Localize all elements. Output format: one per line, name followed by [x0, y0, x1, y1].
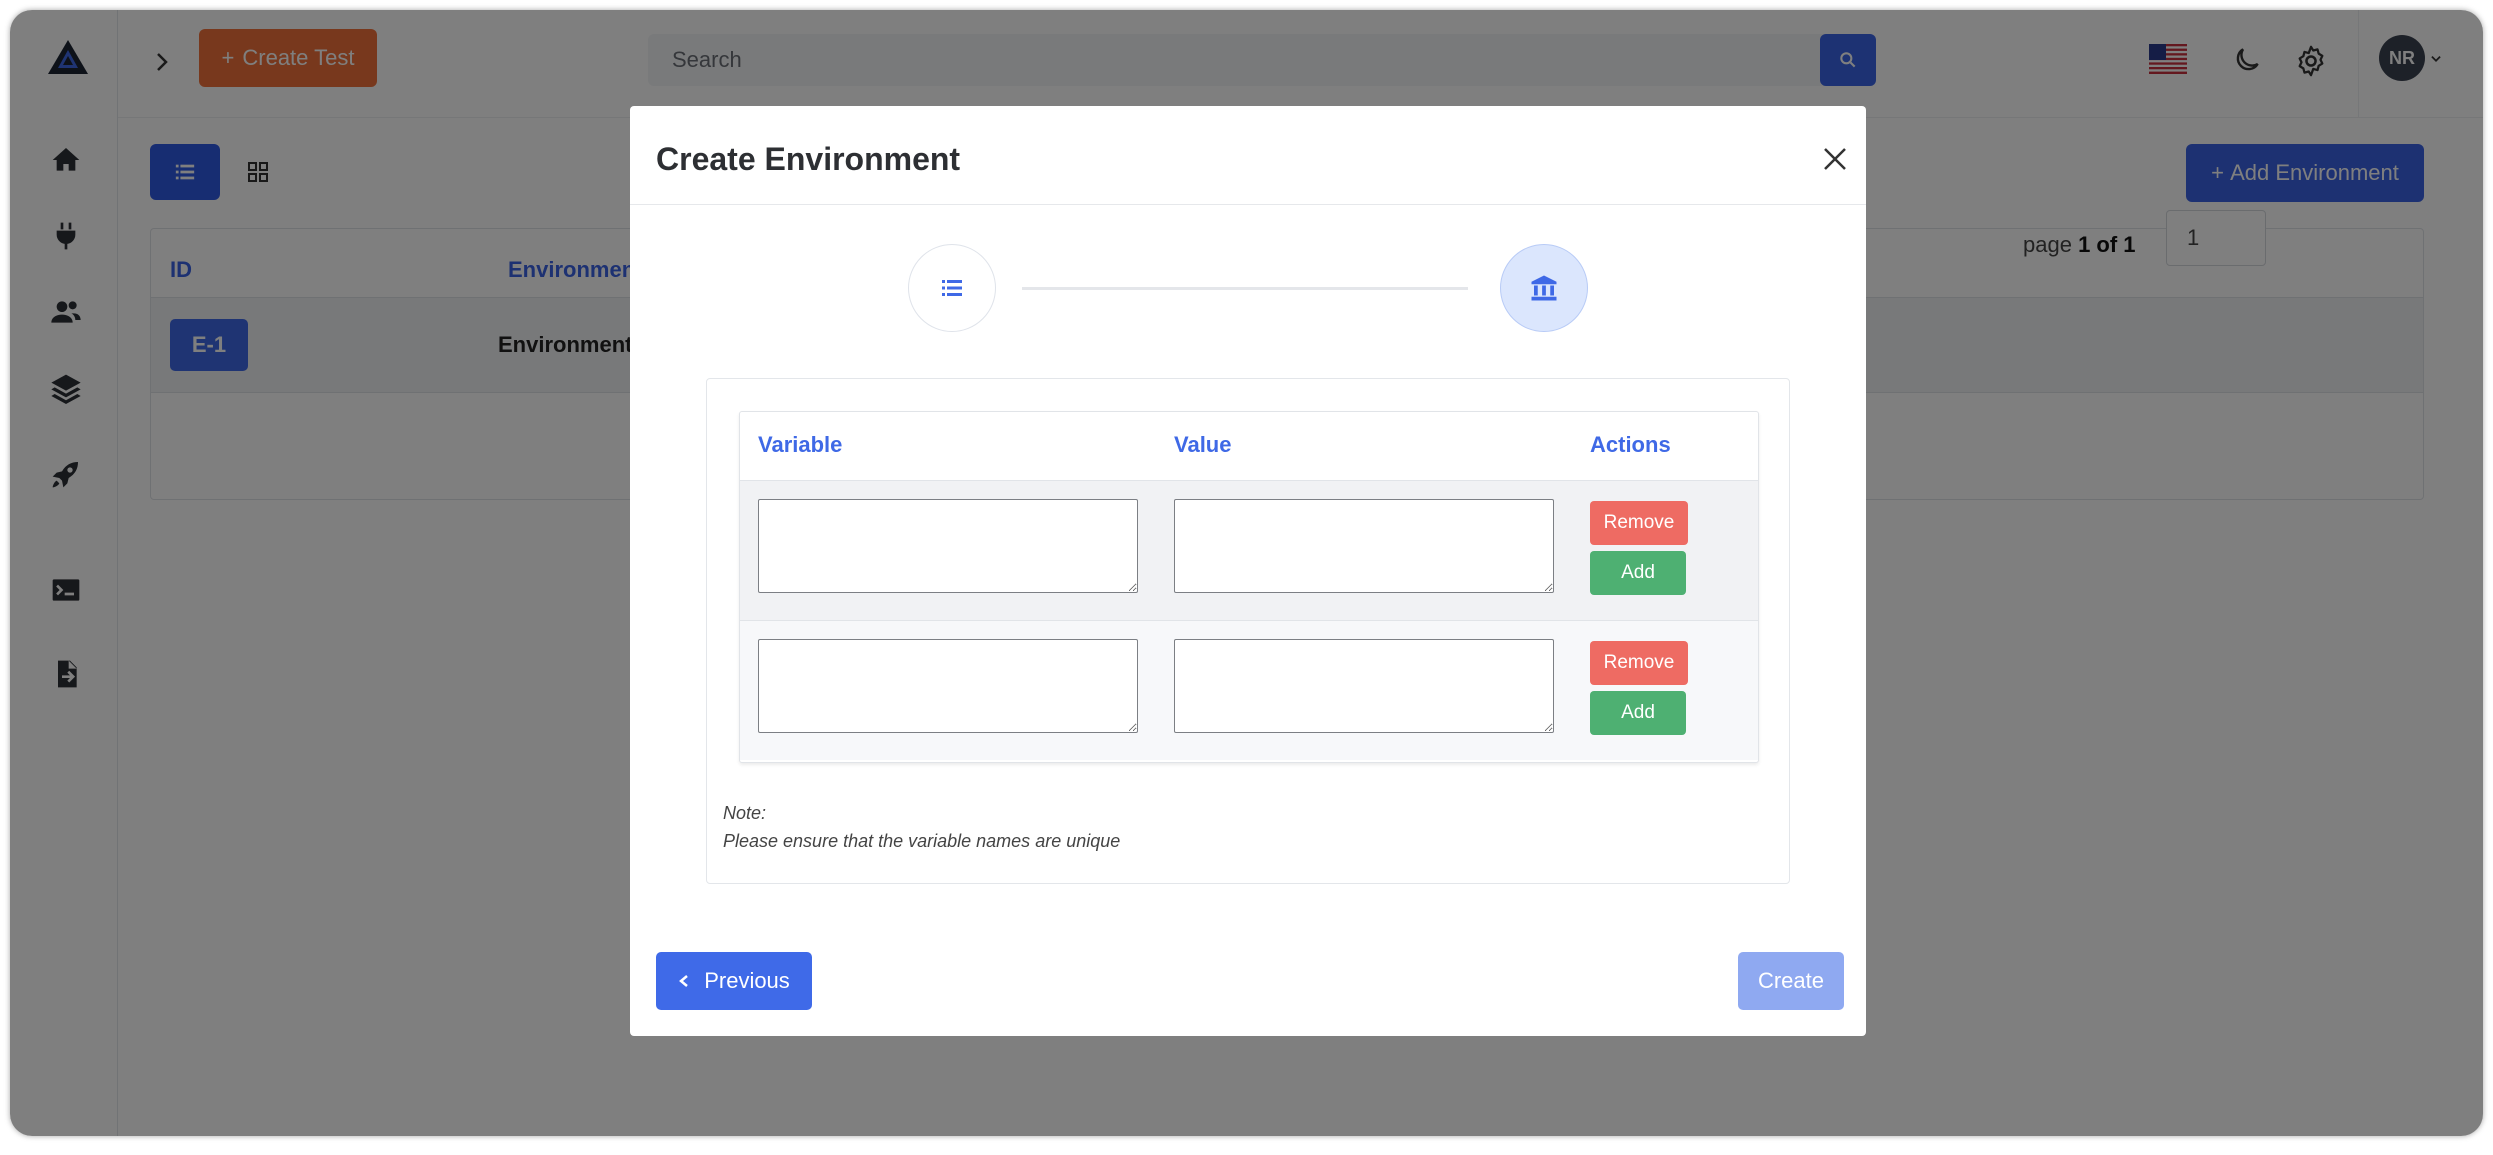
remove-button[interactable]: Remove: [1590, 641, 1688, 685]
modal-divider: [630, 204, 1866, 205]
variables-table: Variable Value Actions Remove Add Remove…: [739, 411, 1759, 763]
app-window: + Create Test NR: [10, 10, 2483, 1136]
remove-button[interactable]: Remove: [1590, 501, 1688, 545]
previous-button[interactable]: Previous: [656, 952, 812, 1010]
note: Note: Please ensure that the variable na…: [723, 799, 1120, 855]
create-environment-modal: Create Environment Variable Value Action…: [630, 106, 1866, 1036]
value-input[interactable]: [1174, 499, 1554, 593]
note-title: Note:: [723, 803, 767, 823]
close-icon[interactable]: [1820, 144, 1850, 174]
column-header-actions: Actions: [1590, 432, 1671, 457]
step-2-indicator[interactable]: [1500, 244, 1588, 332]
create-button[interactable]: Create: [1738, 952, 1844, 1010]
previous-label: Previous: [704, 968, 790, 993]
variable-input[interactable]: [758, 639, 1138, 733]
note-text: Please ensure that the variable names ar…: [723, 831, 1121, 851]
value-input[interactable]: [1174, 639, 1554, 733]
modal-title: Create Environment: [656, 141, 961, 177]
column-header-value: Value: [1174, 432, 1232, 457]
list-icon: [942, 280, 962, 296]
bank-icon: [1531, 275, 1557, 301]
add-button[interactable]: Add: [1590, 551, 1686, 595]
variable-row: Remove Add: [740, 480, 1758, 620]
add-button[interactable]: Add: [1590, 691, 1686, 735]
variable-input[interactable]: [758, 499, 1138, 593]
variable-row: Remove Add: [740, 620, 1758, 760]
step-connector: [1022, 287, 1468, 290]
column-header-variable: Variable: [758, 432, 843, 457]
chevron-left-icon: [679, 975, 689, 987]
step-1-indicator[interactable]: [908, 244, 996, 332]
variables-card: Variable Value Actions Remove Add Remove…: [706, 378, 1790, 884]
